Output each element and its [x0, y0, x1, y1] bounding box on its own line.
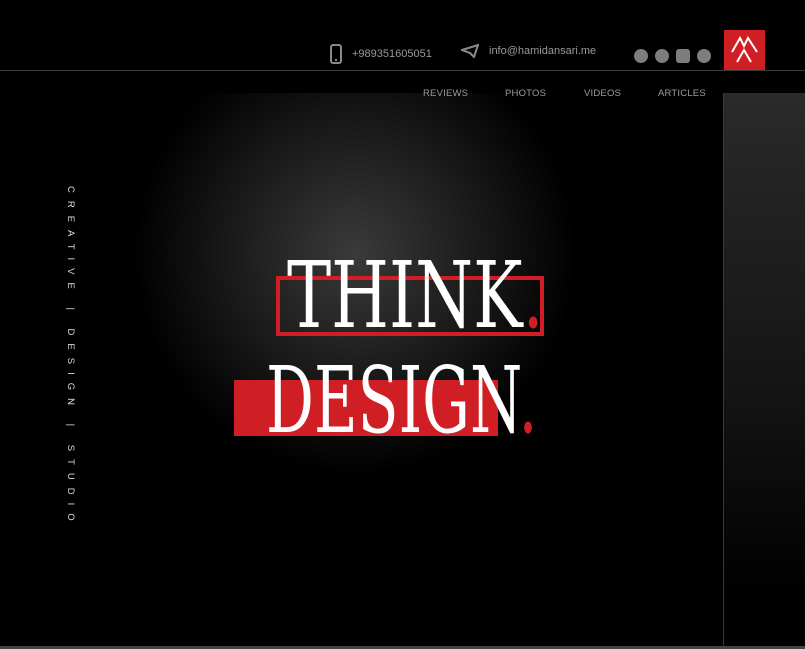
headline-line-1: THINK. — [287, 250, 544, 342]
phone-number[interactable]: +989351605051 — [352, 48, 432, 60]
header-divider — [0, 70, 805, 71]
headline-word-think: THINK — [287, 242, 523, 349]
headline-word-design: DESIGN — [266, 347, 519, 454]
headline-line-2: DESIGN. — [266, 355, 537, 447]
right-panel — [724, 93, 805, 593]
pinterest-icon[interactable] — [655, 49, 669, 63]
logo-mark-icon — [731, 35, 758, 63]
phone-icon — [330, 44, 342, 64]
nav-item-reviews[interactable]: REVIEWS — [423, 88, 468, 99]
main-nav: REVIEWS PHOTOS VIDEOS ARTICLES — [0, 88, 805, 100]
email-contact[interactable]: info@hamidansari.me — [461, 44, 596, 58]
phone-contact[interactable]: +989351605051 — [330, 44, 432, 64]
email-address[interactable]: info@hamidansari.me — [489, 45, 596, 57]
instagram-icon[interactable] — [676, 49, 690, 63]
nav-item-videos[interactable]: VIDEOS — [584, 88, 621, 99]
social-links — [634, 49, 711, 63]
facebook-icon[interactable] — [697, 49, 711, 63]
nav-item-articles[interactable]: ARTICLES — [658, 88, 706, 99]
vertical-tagline: CREATIVE | DESIGN | STUDIO — [65, 186, 76, 529]
telegram-send-icon — [461, 44, 479, 58]
telegram-icon[interactable] — [634, 49, 648, 63]
brand-logo[interactable] — [724, 30, 765, 70]
headline-dot-1: . — [522, 242, 544, 349]
nav-item-photos[interactable]: PHOTOS — [505, 88, 546, 99]
headline-dot-2: . — [518, 347, 538, 454]
vertical-divider — [723, 93, 724, 649]
